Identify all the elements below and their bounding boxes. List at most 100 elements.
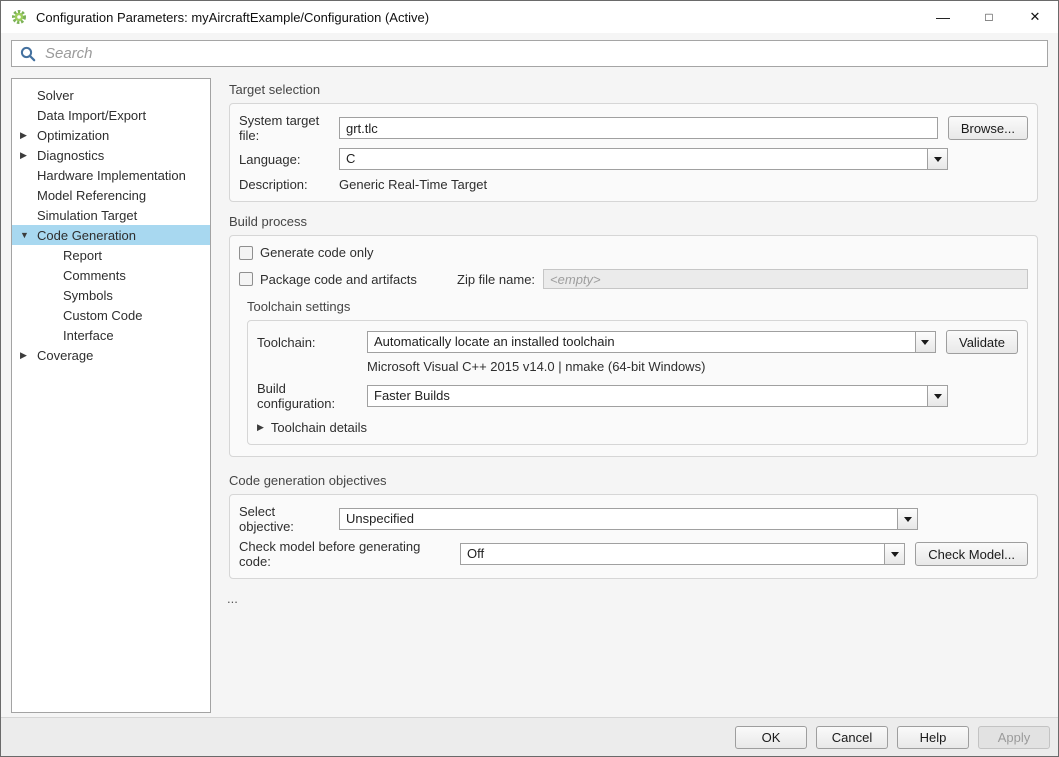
collapsed-arrow-icon: ▶ <box>20 129 27 140</box>
sidebar-item-label: Solver <box>37 87 74 103</box>
sidebar-item-model-referencing[interactable]: Model Referencing <box>12 185 210 205</box>
target-selection-title: Target selection <box>229 82 321 97</box>
zip-file-name-input <box>543 269 1028 289</box>
objectives-group: Select objective: Unspecified Check mode… <box>229 494 1038 579</box>
dropdown-arrow-button[interactable] <box>884 544 905 564</box>
sidebar-item-label: Interface <box>63 327 114 343</box>
close-button[interactable]: ✕ <box>1012 1 1058 33</box>
build-configuration-label: Build configuration: <box>257 381 336 411</box>
toolchain-settings-title: Toolchain settings <box>247 299 351 314</box>
sidebar-item-label: Hardware Implementation <box>37 167 186 183</box>
build-configuration-dropdown[interactable]: Faster Builds <box>367 385 948 407</box>
package-code-label: Package code and artifacts <box>260 271 417 287</box>
apply-button[interactable]: Apply <box>978 725 1050 749</box>
target-selection-group: System target file: Browse... Language: … <box>229 103 1038 202</box>
language-value: C <box>346 151 356 166</box>
toolchain-details-expander[interactable]: ▶ Toolchain details <box>257 420 1018 435</box>
description-label: Description: <box>239 177 308 192</box>
package-code-checkbox[interactable] <box>239 272 253 286</box>
sidebar-item-comments[interactable]: Comments <box>12 265 210 285</box>
maximize-button[interactable]: □ <box>966 1 1012 33</box>
chevron-down-icon <box>933 156 942 162</box>
collapsed-arrow-icon: ▶ <box>257 422 264 432</box>
sidebar-item-data-import-export[interactable]: Data Import/Export <box>12 105 210 125</box>
sidebar-item-diagnostics[interactable]: ▶ Diagnostics <box>12 145 210 165</box>
sidebar-item-custom-code[interactable]: Custom Code <box>12 305 210 325</box>
chevron-down-icon <box>890 551 899 557</box>
window-controls: — □ ✕ <box>920 1 1058 33</box>
sidebar-item-label: Symbols <box>63 287 113 303</box>
sidebar-item-report[interactable]: Report <box>12 245 210 265</box>
sidebar-item-label: Data Import/Export <box>37 107 147 123</box>
expanded-arrow-icon: ▼ <box>20 230 29 240</box>
sidebar-item-label: Report <box>63 247 103 263</box>
language-label: Language: <box>239 151 301 167</box>
more-content-ellipsis: ... <box>227 591 238 606</box>
toolchain-info-text: Microsoft Visual C++ 2015 v14.0 | nmake … <box>367 359 706 374</box>
dropdown-arrow-button[interactable] <box>897 509 917 529</box>
sidebar-item-label: Comments <box>63 267 126 283</box>
select-objective-dropdown[interactable]: Unspecified <box>339 508 918 530</box>
toolchain-label: Toolchain: <box>257 334 316 350</box>
sidebar-item-label: Model Referencing <box>37 187 147 203</box>
sidebar-item-label: Coverage <box>37 347 94 363</box>
language-dropdown[interactable]: C <box>339 148 948 170</box>
help-button[interactable]: Help <box>897 725 969 749</box>
select-objective-label: Select objective: <box>239 504 294 534</box>
check-model-value: Off <box>467 546 485 561</box>
sidebar-item-code-generation[interactable]: ▼ Code Generation <box>12 225 210 245</box>
system-target-file-input[interactable] <box>339 117 938 139</box>
dropdown-arrow-button[interactable] <box>914 332 935 352</box>
sidebar-item-label: Simulation Target <box>37 207 138 223</box>
check-model-label: Check model before generating code: <box>239 539 421 569</box>
cancel-button[interactable]: Cancel <box>816 725 888 749</box>
ok-button[interactable]: OK <box>735 725 807 749</box>
zip-file-name-label: Zip file name: <box>457 271 536 287</box>
browse-button[interactable]: Browse... <box>947 116 1028 140</box>
generate-code-only-label: Generate code only <box>260 245 374 260</box>
build-configuration-value: Faster Builds <box>374 388 450 403</box>
generate-code-only-checkbox[interactable] <box>239 245 253 260</box>
build-process-title: Build process <box>229 214 308 229</box>
sidebar-item-simulation-target[interactable]: Simulation Target <box>12 205 210 225</box>
validate-button[interactable]: Validate <box>945 330 1018 354</box>
toolchain-details-label: Toolchain details <box>270 420 368 435</box>
search-bar <box>11 40 1048 67</box>
category-tree: Solver Data Import/Export ▶ Optimization … <box>11 78 211 713</box>
sidebar-item-coverage[interactable]: ▶ Coverage <box>12 345 210 365</box>
dropdown-arrow-button[interactable] <box>927 149 947 169</box>
sidebar-item-label: Code Generation <box>37 227 137 243</box>
simulink-config-gear-icon <box>11 9 27 25</box>
build-process-group: Generate code only Package code and arti… <box>229 235 1038 457</box>
collapsed-arrow-icon: ▶ <box>20 349 27 360</box>
check-model-button[interactable]: Check Model... <box>915 542 1028 566</box>
dropdown-arrow-button[interactable] <box>927 386 947 406</box>
toolchain-dropdown[interactable]: Automatically locate an installed toolch… <box>367 331 936 353</box>
search-icon <box>20 46 36 61</box>
search-input[interactable] <box>43 44 1041 63</box>
chevron-down-icon <box>903 516 912 522</box>
window-title: Configuration Parameters: myAircraftExam… <box>36 9 430 25</box>
sidebar-item-hardware-implementation[interactable]: Hardware Implementation <box>12 165 210 185</box>
configuration-parameters-dialog: Configuration Parameters: myAircraftExam… <box>0 0 1059 757</box>
chevron-down-icon <box>921 339 930 345</box>
toolchain-settings-section: Toolchain settings Toolchain: Automatica… <box>247 299 1028 445</box>
check-model-dropdown[interactable]: Off <box>460 543 906 565</box>
select-objective-value: Unspecified <box>346 511 414 526</box>
system-target-file-label: System target file: <box>239 113 320 143</box>
content-area: Solver Data Import/Export ▶ Optimization … <box>1 78 1058 717</box>
main-panel: Target selection System target file: Bro… <box>227 78 1038 606</box>
sidebar-item-solver[interactable]: Solver <box>12 85 210 105</box>
chevron-down-icon <box>933 393 942 399</box>
toolchain-value: Automatically locate an installed toolch… <box>374 334 615 349</box>
sidebar-item-optimization[interactable]: ▶ Optimization <box>12 125 210 145</box>
sidebar-item-interface[interactable]: Interface <box>12 325 210 345</box>
sidebar-item-label: Diagnostics <box>37 147 105 163</box>
toolchain-settings-group: Toolchain: Automatically locate an insta… <box>247 320 1028 445</box>
objectives-title: Code generation objectives <box>229 473 387 488</box>
collapsed-arrow-icon: ▶ <box>20 149 27 160</box>
sidebar-item-symbols[interactable]: Symbols <box>12 285 210 305</box>
sidebar-item-label: Optimization <box>37 127 110 143</box>
minimize-button[interactable]: — <box>920 1 966 33</box>
title-bar: Configuration Parameters: myAircraftExam… <box>1 1 1058 33</box>
